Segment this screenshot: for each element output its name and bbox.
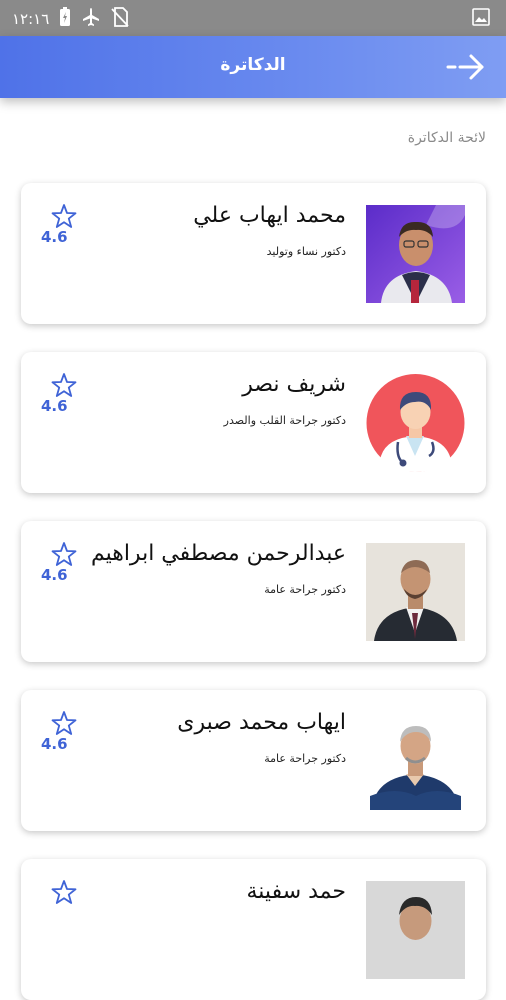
star-icon[interactable] (51, 203, 77, 229)
doctor-card[interactable]: عبدالرحمن مصطفي ابراهيم دكتور جراحة عامة… (21, 521, 486, 662)
doctor-specialty: دكتور جراحة عامة (264, 583, 346, 596)
star-icon[interactable] (51, 879, 77, 905)
image-notification-icon (472, 8, 490, 30)
doctor-photo (366, 205, 465, 303)
doctor-name: محمد ايهاب علي (193, 203, 346, 228)
doctor-photo (366, 712, 465, 810)
star-icon[interactable] (51, 710, 77, 736)
doctor-specialty: دكتور جراحة القلب والصدر (223, 414, 346, 427)
star-icon[interactable] (51, 372, 77, 398)
battery-charging-icon (59, 7, 71, 31)
doctor-photo (366, 543, 465, 641)
doctor-photo (366, 374, 465, 472)
status-icons-left: ١٢:١٦ (12, 7, 129, 31)
doctor-rating: 4.6 (41, 397, 68, 415)
status-icons-right (472, 8, 490, 30)
doctor-card[interactable]: شريف نصر دكتور جراحة القلب والصدر 4.6 (21, 352, 486, 493)
doctor-photo (366, 881, 465, 979)
doctor-rating: 4.6 (41, 735, 68, 753)
star-icon[interactable] (51, 541, 77, 567)
airplane-mode-icon (81, 7, 101, 31)
no-sim-icon (111, 7, 129, 31)
app-bar: الدكاترة (0, 36, 506, 98)
doctor-rating: 4.6 (41, 566, 68, 584)
back-button[interactable] (446, 52, 486, 82)
page-title: الدكاترة (220, 55, 286, 75)
status-time: ١٢:١٦ (12, 10, 50, 28)
arrow-right-icon (446, 54, 484, 80)
doctor-rating: 4.6 (41, 228, 68, 246)
doctor-card[interactable]: ايهاب محمد صبرى دكتور جراحة عامة 4.6 (21, 690, 486, 831)
doctor-card[interactable]: حمد سفينة (21, 859, 486, 1000)
status-bar: ١٢:١٦ (0, 0, 506, 36)
doctor-specialty: دكتور جراحة عامة (264, 752, 346, 765)
doctor-name: شريف نصر (242, 372, 346, 397)
doctor-card[interactable]: محمد ايهاب علي دكتور نساء وتوليد 4.6 (21, 183, 486, 324)
doctor-name: ايهاب محمد صبرى (177, 710, 346, 735)
doctor-name: عبدالرحمن مصطفي ابراهيم (90, 541, 346, 566)
doctor-specialty: دكتور نساء وتوليد (266, 245, 346, 258)
section-title: لائحة الدكاترة (407, 130, 486, 146)
doctor-name: حمد سفينة (246, 879, 347, 904)
